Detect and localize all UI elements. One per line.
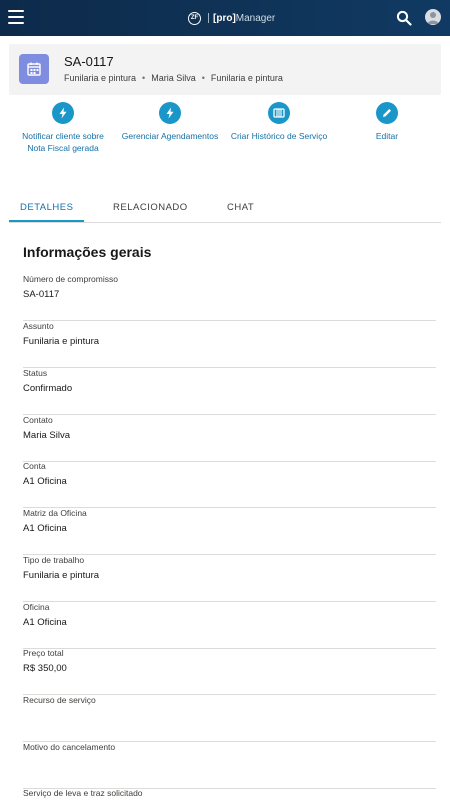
edit-action[interactable]: Editar <box>337 100 437 143</box>
tab-chat[interactable]: CHAT <box>227 202 254 213</box>
field-value: A1 Oficina <box>23 523 67 534</box>
action-label: Notificar cliente sobre Nota Fiscal gera… <box>22 131 104 153</box>
field-value: Maria Silva <box>23 430 70 441</box>
field-value: SA-0117 <box>23 289 60 300</box>
top-app-bar: ZF [pro] Manager <box>0 0 450 36</box>
field-account: Conta A1 Oficina <box>23 461 436 508</box>
book-icon <box>268 102 290 124</box>
record-subtitle-subject: Funilaria e pintura <box>64 73 137 83</box>
field-status: Status Confirmado <box>23 368 436 415</box>
field-label: Contato <box>23 415 53 425</box>
brand-divider <box>208 13 209 23</box>
notify-invoice-action[interactable]: Notificar cliente sobre Nota Fiscal gera… <box>13 100 113 154</box>
field-contact: Contato Maria Silva <box>23 415 436 462</box>
tab-details[interactable]: DETALHES <box>20 202 73 213</box>
field-label: Motivo do cancelamento <box>23 742 116 752</box>
field-label: Oficina <box>23 602 50 612</box>
service-appointment-icon <box>19 54 49 84</box>
record-header: SA-0117 Funilaria e pintura • Maria Silva •… <box>9 44 441 95</box>
field-value: A1 Oficina <box>23 476 67 487</box>
field-label: Preço total <box>23 648 64 658</box>
active-tab-indicator <box>9 220 84 222</box>
field-label: Número de compromisso <box>23 274 118 284</box>
action-label: Gerenciar Agendamentos <box>121 131 219 141</box>
field-value: Funilaria e pintura <box>23 336 100 347</box>
app-brand: ZF [pro] Manager <box>188 10 275 26</box>
field-workshop-parent: Matriz da Oficina A1 Oficina <box>23 508 436 555</box>
field-value: Funilaria e pintura <box>23 570 100 581</box>
brand-pro-text: [pro] <box>213 12 236 24</box>
field-label: Conta <box>23 461 46 471</box>
section-title: Informações gerais <box>23 244 152 260</box>
record-subtitle: Funilaria e pintura • Maria Silva • Funilari… <box>64 73 283 83</box>
field-label: Assunto <box>23 321 54 331</box>
create-service-history-action[interactable]: Criar Histórico de Serviço <box>229 100 329 143</box>
field-pickup-delivery: Serviço de leva e traz solicitado <box>23 788 436 800</box>
field-subject: Assunto Funilaria e pintura <box>23 321 436 368</box>
field-label: Matriz da Oficina <box>23 508 87 518</box>
lightning-icon <box>159 102 181 124</box>
separator-dot: • <box>201 73 205 83</box>
brand-manager-text: Manager <box>235 12 276 24</box>
search-icon[interactable] <box>396 10 412 26</box>
field-cancellation-reason: Motivo do cancelamento <box>23 742 436 789</box>
field-total-price: Preço total R$ 350,00 <box>23 648 436 695</box>
field-work-type: Tipo de trabalho Funilaria e pintura <box>23 555 436 602</box>
user-avatar-icon[interactable] <box>425 9 441 25</box>
quick-actions: Notificar cliente sobre Nota Fiscal gera… <box>0 100 450 175</box>
manage-appointments-action[interactable]: Gerenciar Agendamentos <box>120 100 220 143</box>
field-appointment-number: Número de compromisso SA-0117 <box>23 274 436 321</box>
field-label: Tipo de trabalho <box>23 555 85 565</box>
field-value: Confirmado <box>23 383 73 394</box>
field-value: R$ 350,00 <box>23 663 67 674</box>
tab-related[interactable]: RELACIONADO <box>113 202 188 213</box>
separator-dot: • <box>142 73 146 83</box>
field-value: A1 Oficina <box>23 617 67 628</box>
field-label: Status <box>23 368 48 378</box>
field-workshop: Oficina A1 Oficina <box>23 602 436 649</box>
action-label: Editar <box>375 131 399 141</box>
field-label: Serviço de leva e traz solicitado <box>23 788 143 798</box>
zf-logo: ZF <box>188 11 201 25</box>
record-subtitle-work-type: Funilaria e pintura <box>210 73 283 83</box>
lightning-icon <box>52 102 74 124</box>
pencil-icon <box>376 102 398 124</box>
record-tabs: DETALHES RELACIONADO CHAT <box>9 199 441 223</box>
record-title: SA-0117 <box>64 54 114 69</box>
action-label: Criar Histórico de Serviço <box>230 131 328 141</box>
record-subtitle-contact: Maria Silva <box>151 73 196 83</box>
field-label: Recurso de serviço <box>23 695 96 705</box>
hamburger-menu-icon[interactable] <box>8 10 24 24</box>
field-service-resource: Recurso de serviço <box>23 695 436 742</box>
